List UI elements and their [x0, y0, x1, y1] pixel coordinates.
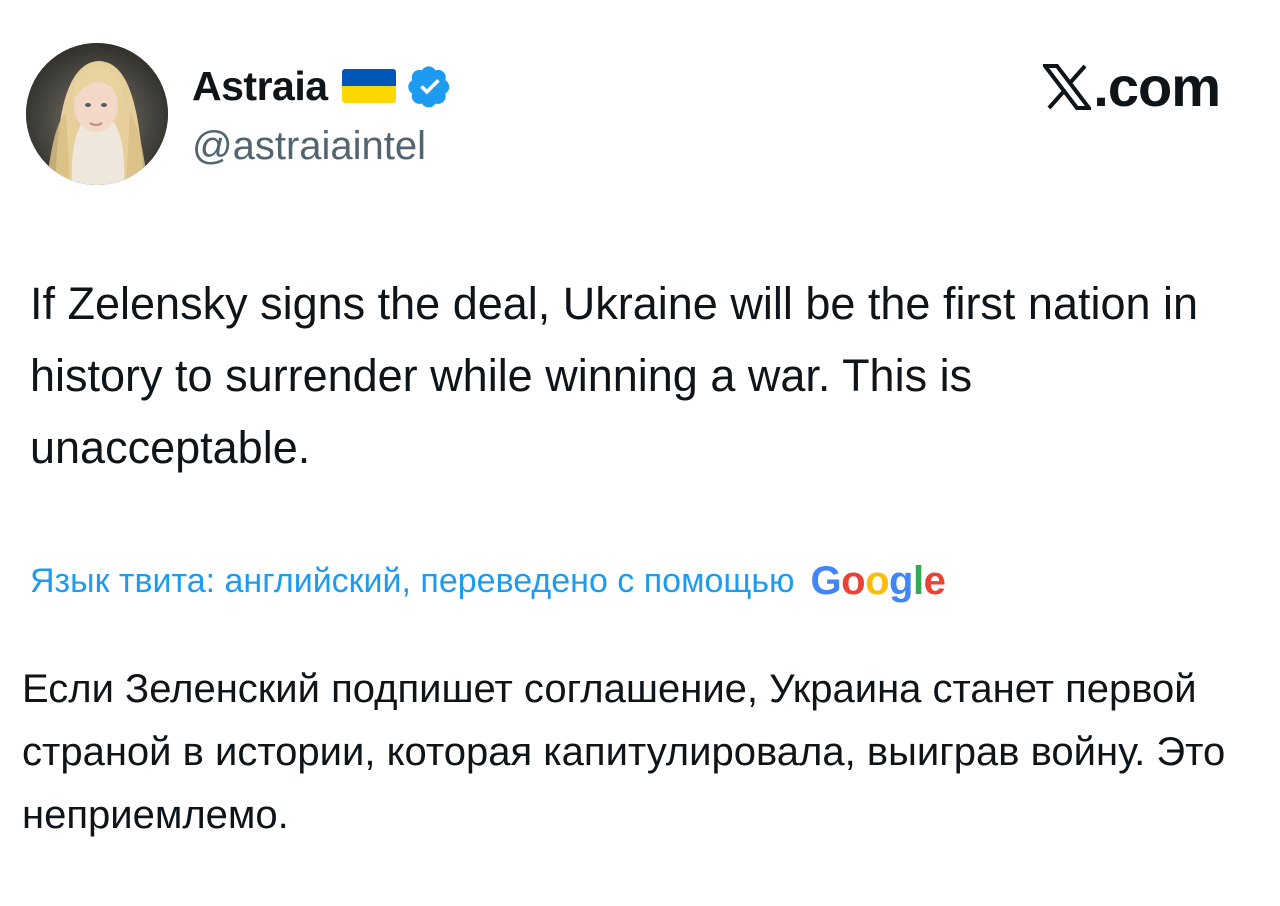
- ukraine-flag-icon: [341, 69, 396, 103]
- google-logo-letter: e: [923, 559, 946, 603]
- verified-badge-icon[interactable]: [407, 64, 452, 108]
- author-handle[interactable]: @astraiaintel: [192, 122, 426, 170]
- translated-tweet-text: Если Зеленский подпишет соглашение, Укра…: [22, 667, 1226, 837]
- author-name-row: Astraia: [192, 62, 452, 110]
- author-display-name[interactable]: Astraia: [192, 62, 328, 110]
- avatar[interactable]: [26, 43, 168, 185]
- google-logo-letter: g: [889, 559, 913, 603]
- google-logo-letter: l: [912, 559, 924, 603]
- x-logo-icon: [1041, 64, 1094, 110]
- x-brand: .com: [1041, 55, 1221, 118]
- translation-note-text[interactable]: Язык твита: английский, переведено с пом…: [30, 556, 795, 606]
- google-logo-letter: o: [865, 559, 890, 603]
- translation-note[interactable]: Язык твита: английский, переведено с пом…: [30, 556, 946, 606]
- google-logo-letter: G: [810, 559, 842, 603]
- tweet-text: If Zelensky signs the deal, Ukraine will…: [30, 278, 1199, 473]
- x-brand-label: .com: [1093, 55, 1221, 118]
- google-logo-letter: o: [841, 559, 866, 603]
- avatar-image: [26, 43, 168, 185]
- google-logo: Google: [811, 556, 946, 606]
